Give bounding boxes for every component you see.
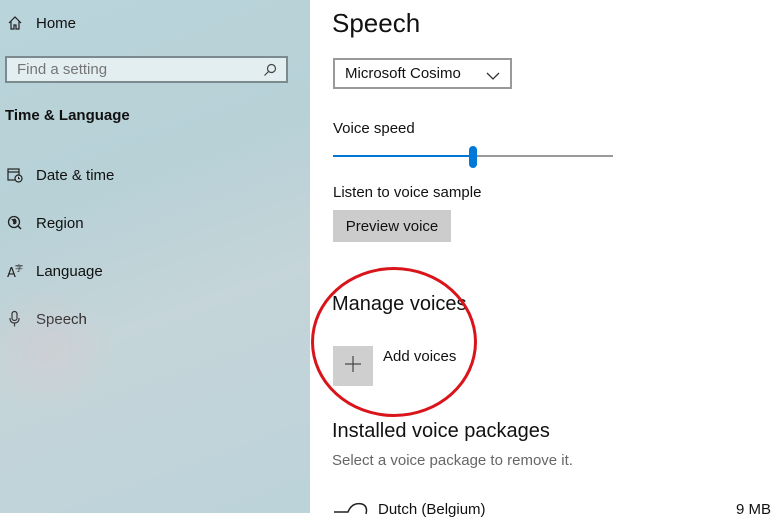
installed-voices-hint: Select a voice package to remove it.	[332, 452, 573, 469]
voice-package-row[interactable]: Dutch (Belgium) 9 MB	[332, 500, 779, 520]
sidebar-item-region[interactable]: Region	[0, 213, 84, 233]
section-title: Time & Language	[5, 107, 130, 124]
main-content: Speech Microsoft Cosimo Voice speed List…	[310, 0, 779, 518]
preview-voice-button[interactable]: Preview voice	[333, 210, 451, 242]
annotation-circle	[311, 267, 477, 417]
sidebar: Home Time & Language Date & time Region …	[0, 0, 310, 513]
search-input[interactable]	[7, 60, 259, 79]
search-icon[interactable]	[262, 62, 278, 83]
search-box[interactable]	[5, 56, 288, 83]
slider-track-filled	[333, 155, 473, 157]
voice-sample-label: Listen to voice sample	[333, 184, 482, 201]
voice-select[interactable]: Microsoft Cosimo	[333, 58, 512, 89]
voice-select-value: Microsoft Cosimo	[345, 65, 461, 82]
voice-speed-label: Voice speed	[333, 120, 415, 137]
chevron-down-icon	[486, 68, 500, 85]
voice-package-name: Dutch (Belgium)	[378, 501, 486, 518]
sidebar-item-speech[interactable]: Speech	[0, 309, 87, 329]
slider-thumb[interactable]	[469, 146, 477, 168]
home-icon	[4, 13, 26, 33]
voice-speed-slider[interactable]	[333, 146, 613, 168]
sidebar-item-label: Speech	[36, 310, 87, 328]
sidebar-item-label: Region	[36, 214, 84, 232]
slider-track-remaining	[477, 155, 613, 157]
language-icon: A字	[4, 261, 26, 281]
sidebar-item-language[interactable]: A字 Language	[0, 261, 103, 281]
svg-text:字: 字	[15, 263, 23, 273]
installed-voices-heading: Installed voice packages	[332, 420, 550, 442]
page-title: Speech	[332, 8, 421, 38]
sidebar-item-label: Language	[36, 262, 103, 280]
globe-icon	[4, 213, 26, 233]
sidebar-item-date-time[interactable]: Date & time	[0, 165, 114, 185]
speech-bubble-icon	[332, 500, 368, 524]
microphone-icon	[4, 309, 26, 329]
calendar-clock-icon	[4, 165, 26, 185]
home-nav-item[interactable]: Home	[0, 13, 76, 33]
home-label: Home	[36, 14, 77, 32]
sidebar-item-label: Date & time	[36, 166, 115, 184]
voice-package-size: 9 MB	[736, 501, 772, 518]
